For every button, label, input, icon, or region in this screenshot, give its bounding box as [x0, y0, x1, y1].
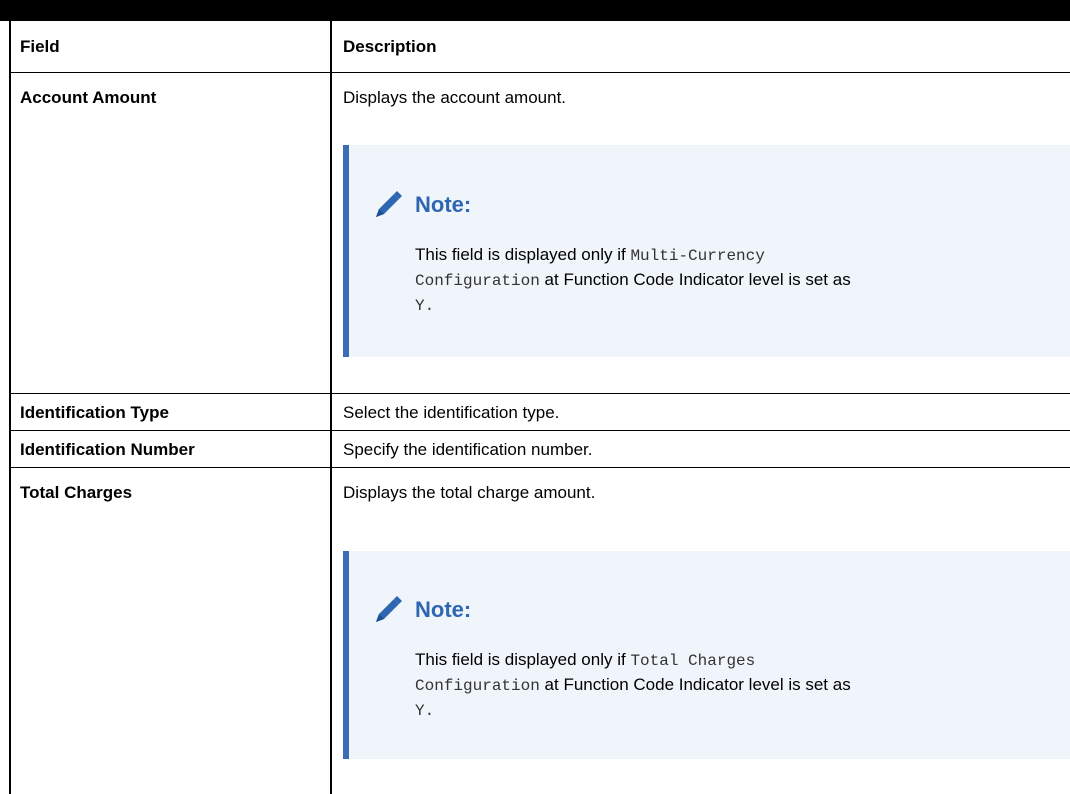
row-divider — [9, 393, 1070, 394]
note-accent-bar — [343, 551, 349, 759]
note-text-end: at Function Code Indicator level is set … — [539, 675, 851, 694]
table-row-description: Select the identification type. — [343, 403, 560, 422]
table-row-description: Specify the identification number. — [343, 440, 593, 459]
note-box: Note: This field is displayed only if Mu… — [343, 145, 1070, 357]
note-text-start: This field is displayed only if — [415, 245, 631, 264]
table-row-description: Displays the account amount. — [343, 88, 567, 107]
config-value-code: Y. — [415, 702, 435, 720]
note-text: This field is displayed only if Multi-Cu… — [415, 243, 1035, 318]
row-divider — [9, 430, 1070, 431]
table-top-border — [0, 0, 1070, 21]
config-name-code: Configuration — [415, 677, 540, 695]
table-row-field: Total Charges — [20, 483, 133, 502]
note-title: Note: — [415, 597, 472, 622]
config-name-code: Configuration — [415, 272, 540, 290]
table-row-description: Displays the total charge amount. — [343, 483, 596, 502]
note-title: Note: — [415, 192, 472, 217]
table-column-divider — [330, 21, 332, 794]
config-value-code: Y. — [415, 297, 435, 315]
note-box: Note: This field is displayed only if To… — [343, 551, 1070, 759]
note-text-start: This field is displayed only if — [415, 650, 631, 669]
config-name-code: Total Charges — [630, 652, 756, 670]
pencil-icon — [376, 191, 402, 217]
row-divider — [9, 467, 1070, 468]
table-row-field: Account Amount — [20, 88, 157, 107]
header-description: Description — [343, 37, 437, 56]
header-field: Field — [20, 37, 60, 56]
table-row-field: Identification Type — [20, 403, 169, 422]
note-accent-bar — [343, 145, 349, 357]
pencil-icon — [376, 596, 402, 622]
row-divider — [9, 72, 1070, 73]
note-text-end: at Function Code Indicator level is set … — [539, 270, 851, 289]
table-left-border — [9, 21, 11, 794]
config-name-code: Multi-Currency — [630, 247, 765, 265]
note-text: This field is displayed only if Total Ch… — [415, 648, 1035, 723]
table-row-field: Identification Number — [20, 440, 195, 459]
